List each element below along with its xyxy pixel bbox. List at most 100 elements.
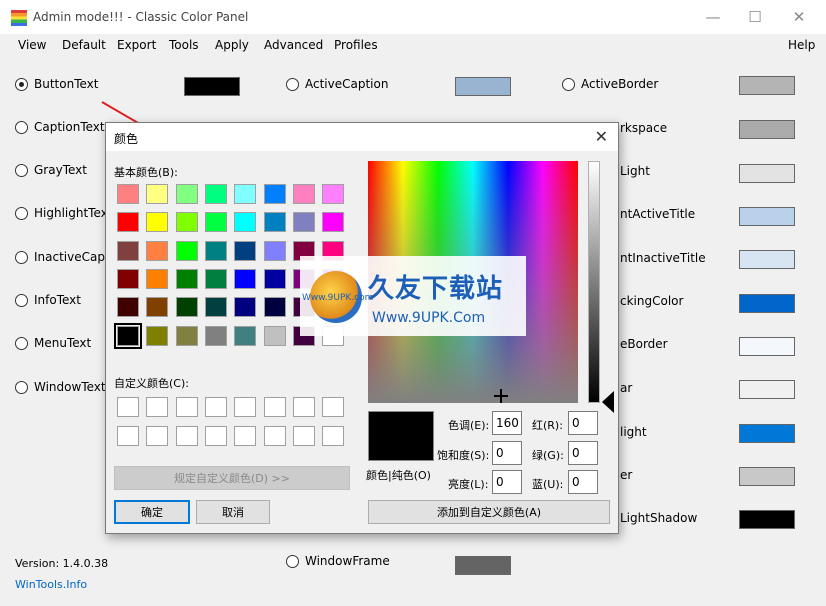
- maximize-button[interactable]: ☐: [737, 6, 773, 28]
- dialog-close-button[interactable]: ✕: [595, 127, 608, 146]
- radio[interactable]: [15, 163, 28, 177]
- ok-button[interactable]: 确定: [114, 500, 190, 524]
- website-link[interactable]: WinTools.Info: [15, 578, 87, 591]
- active-caption-swatch[interactable]: [455, 77, 511, 96]
- basic-color-swatch[interactable]: [204, 240, 227, 261]
- basic-color-swatch[interactable]: [234, 325, 257, 346]
- menu-bar-swatch[interactable]: [739, 380, 795, 399]
- option-window-frame[interactable]: WindowFrame: [286, 552, 390, 570]
- basic-color-swatch[interactable]: [204, 212, 227, 233]
- custom-color-swatch[interactable]: [175, 397, 198, 417]
- blue-field[interactable]: 0: [568, 470, 598, 494]
- custom-color-swatch[interactable]: [263, 397, 286, 417]
- custom-color-swatch[interactable]: [322, 426, 345, 446]
- menu-highlight-swatch[interactable]: [739, 424, 795, 443]
- option-caption-text[interactable]: CaptionText: [15, 118, 105, 136]
- basic-color-swatch[interactable]: [146, 297, 169, 318]
- radio[interactable]: [15, 120, 28, 134]
- custom-color-swatch[interactable]: [263, 426, 286, 446]
- radio-selected[interactable]: [15, 77, 28, 91]
- custom-color-swatch[interactable]: [117, 397, 139, 417]
- basic-color-swatch[interactable]: [204, 297, 227, 318]
- custom-color-swatch[interactable]: [204, 397, 227, 417]
- minimize-button[interactable]: —: [695, 6, 731, 28]
- basic-color-swatch[interactable]: [263, 240, 286, 261]
- basic-color-swatch[interactable]: [204, 325, 227, 346]
- basic-color-swatch[interactable]: [146, 240, 169, 261]
- basic-color-swatch[interactable]: [263, 297, 286, 318]
- radio[interactable]: [286, 77, 299, 91]
- basic-color-swatch[interactable]: [234, 212, 257, 233]
- basic-color-swatch[interactable]: [204, 184, 227, 204]
- menu-default[interactable]: Default: [62, 38, 106, 52]
- scrollbar-swatch[interactable]: [739, 467, 795, 486]
- basic-color-swatch[interactable]: [263, 212, 286, 233]
- option-window-text[interactable]: WindowText: [15, 378, 106, 396]
- radio[interactable]: [562, 77, 575, 91]
- basic-color-swatch[interactable]: [322, 212, 345, 233]
- inactive-border-swatch[interactable]: [739, 337, 795, 356]
- option-highlight-text[interactable]: HighlightText: [15, 204, 112, 222]
- green-field[interactable]: 0: [568, 441, 598, 465]
- basic-color-swatch[interactable]: [234, 184, 257, 204]
- menu-view[interactable]: View: [18, 38, 46, 52]
- window-frame-swatch[interactable]: [455, 556, 511, 575]
- basic-color-swatch[interactable]: [175, 212, 198, 233]
- basic-color-swatch[interactable]: [146, 268, 169, 289]
- radio[interactable]: [15, 293, 28, 307]
- menu-profiles[interactable]: Profiles: [334, 38, 378, 52]
- basic-color-swatch[interactable]: [175, 184, 198, 204]
- gradient-inactive-title-swatch[interactable]: [739, 250, 795, 269]
- active-border-swatch[interactable]: [739, 76, 795, 95]
- luminance-slider[interactable]: [588, 161, 600, 403]
- basic-color-swatch[interactable]: [204, 268, 227, 289]
- menu-export[interactable]: Export: [117, 38, 156, 52]
- button-text-swatch[interactable]: [184, 77, 240, 96]
- option-menu-text[interactable]: MenuText: [15, 334, 91, 352]
- basic-color-swatch[interactable]: [175, 297, 198, 318]
- basic-color-swatch[interactable]: [263, 325, 286, 346]
- red-field[interactable]: 0: [568, 411, 598, 435]
- custom-color-swatch[interactable]: [175, 426, 198, 446]
- basic-color-swatch[interactable]: [234, 268, 257, 289]
- basic-color-swatch[interactable]: [292, 184, 315, 204]
- basic-color-swatch[interactable]: [146, 184, 169, 204]
- basic-color-swatch[interactable]: [175, 268, 198, 289]
- luminance-arrow-icon[interactable]: [602, 391, 614, 413]
- basic-color-swatch[interactable]: [175, 325, 198, 346]
- basic-color-swatch[interactable]: [117, 212, 139, 233]
- button-light-swatch[interactable]: [739, 164, 795, 183]
- basic-color-swatch[interactable]: [263, 184, 286, 204]
- app-workspace-swatch[interactable]: [739, 120, 795, 139]
- custom-color-swatch[interactable]: [234, 397, 257, 417]
- radio[interactable]: [15, 206, 28, 220]
- option-active-caption[interactable]: ActiveCaption: [286, 75, 388, 93]
- option-active-border[interactable]: ActiveBorder: [562, 75, 658, 93]
- saturation-field[interactable]: 0: [492, 441, 522, 465]
- basic-color-swatch[interactable]: [263, 268, 286, 289]
- gradient-active-title-swatch[interactable]: [739, 207, 795, 226]
- basic-color-swatch[interactable]: [114, 322, 142, 349]
- add-to-custom-colors-button[interactable]: 添加到自定义颜色(A): [368, 500, 610, 524]
- custom-color-swatch[interactable]: [204, 426, 227, 446]
- custom-color-swatch[interactable]: [292, 426, 315, 446]
- menu-advanced[interactable]: Advanced: [264, 38, 323, 52]
- radio[interactable]: [286, 554, 299, 568]
- custom-color-swatch[interactable]: [292, 397, 315, 417]
- basic-color-swatch[interactable]: [234, 297, 257, 318]
- option-gray-text[interactable]: GrayText: [15, 161, 87, 179]
- menu-apply[interactable]: Apply: [215, 38, 249, 52]
- close-button[interactable]: ✕: [781, 6, 817, 28]
- hot-tracking-color-swatch[interactable]: [739, 294, 795, 313]
- radio[interactable]: [15, 336, 28, 350]
- basic-color-swatch[interactable]: [234, 240, 257, 261]
- basic-color-swatch[interactable]: [117, 297, 139, 318]
- basic-color-swatch[interactable]: [292, 212, 315, 233]
- basic-color-swatch[interactable]: [146, 212, 169, 233]
- menu-help[interactable]: Help: [788, 38, 815, 52]
- basic-color-swatch[interactable]: [117, 184, 139, 204]
- custom-color-swatch[interactable]: [117, 426, 139, 446]
- cancel-button[interactable]: 取消: [196, 500, 270, 524]
- custom-color-swatch[interactable]: [146, 426, 169, 446]
- basic-color-swatch[interactable]: [117, 240, 139, 261]
